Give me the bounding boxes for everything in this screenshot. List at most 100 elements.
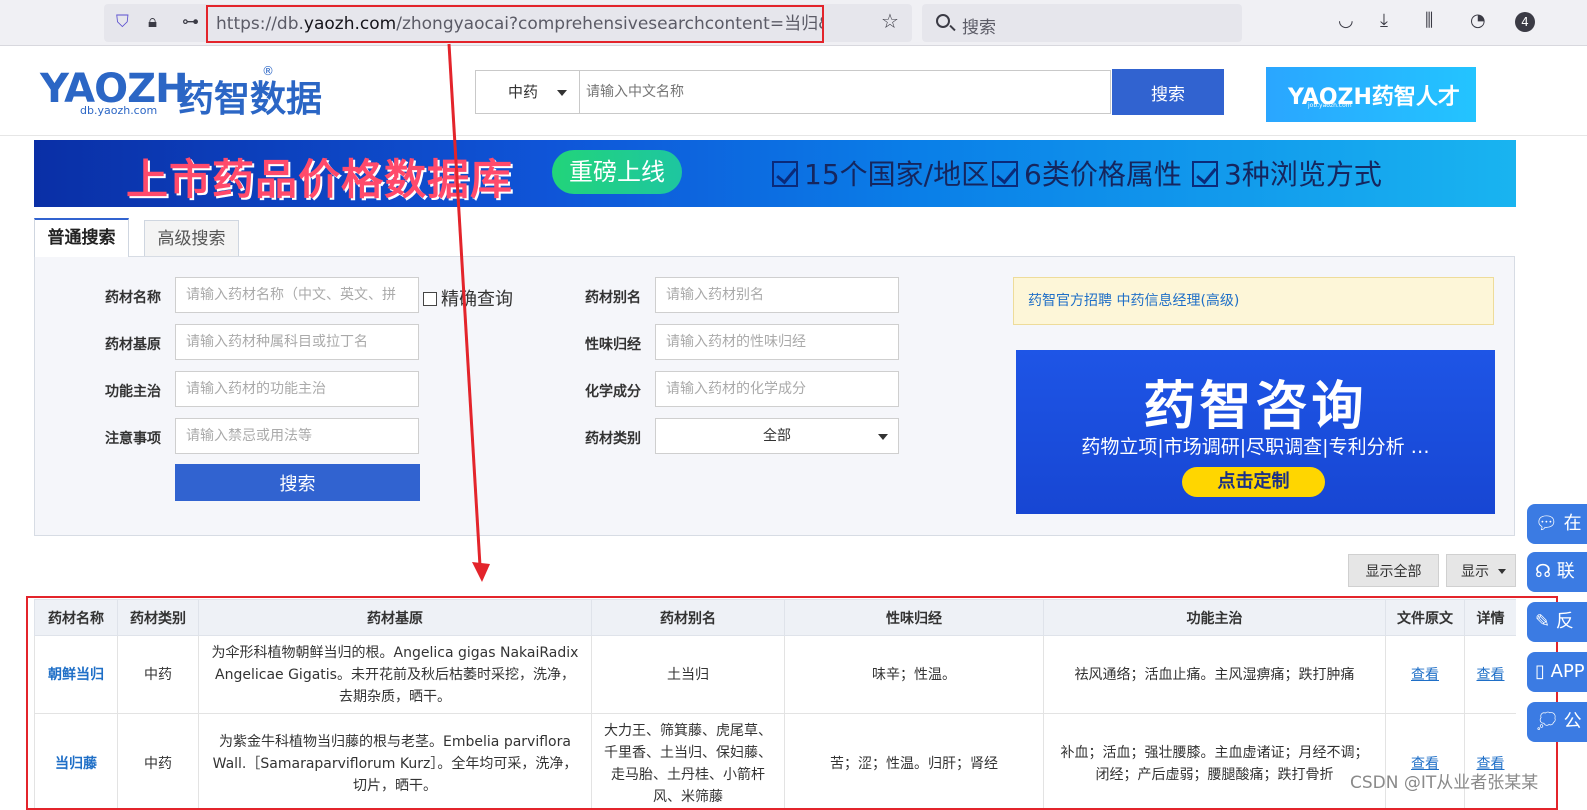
results-table: 药材名称 药材类别 药材基原 药材别名 性味归经 功能主治 文件原文 详情 朝鲜… bbox=[34, 599, 1516, 810]
herb-alias-cell: 大力王、筛箕藤、虎尾草、千里香、土当归、保妇藤、走马胎、土丹桂、小箭杆风、米筛藤 bbox=[591, 713, 785, 810]
exact-match-checkbox[interactable]: 精确查询 bbox=[423, 285, 513, 311]
detail-view-link[interactable]: 查看 bbox=[1464, 713, 1516, 810]
herb-type-cell: 中药 bbox=[117, 713, 199, 810]
lock-icon[interactable]: 🔒︎ bbox=[148, 12, 157, 32]
header-search-button[interactable]: 搜索 bbox=[1112, 69, 1224, 115]
category-value: 中药 bbox=[508, 83, 539, 101]
origin-input[interactable] bbox=[175, 324, 419, 360]
recruit-notice[interactable]: 药智官方招聘 中药信息经理(高级) bbox=[1013, 277, 1494, 325]
banner-feature: 6类价格属性 bbox=[992, 153, 1182, 193]
site-logo[interactable]: YAOZH 药智数据 db.yaozh.com ® bbox=[40, 64, 370, 122]
alias-input[interactable] bbox=[655, 277, 899, 313]
name-label: 药材名称 bbox=[105, 290, 161, 306]
herb-name-link[interactable]: 朝鲜当归 bbox=[34, 635, 118, 714]
logo-zh: 药智数据 bbox=[178, 79, 323, 120]
talent-sub: job.yaozh.com bbox=[1308, 102, 1352, 109]
tab-advanced-search[interactable]: 高级搜索 bbox=[144, 220, 239, 256]
phone-icon: ▯ bbox=[1535, 661, 1545, 682]
library-icon[interactable]: ⫼ bbox=[1425, 10, 1433, 31]
permissions-icon[interactable]: ⊶ bbox=[182, 12, 199, 32]
watermark: CSDN @IT从业者张某某 bbox=[1350, 773, 1539, 793]
detail-view-link[interactable]: 查看 bbox=[1464, 635, 1516, 714]
table-row: 朝鲜当归 中药 为伞形科植物朝鲜当归的根。Angelica gigas Naka… bbox=[34, 635, 1516, 714]
table-row: 当归藤 中药 为紫金牛科植物当归藤的根与老茎。Embelia parviflor… bbox=[34, 713, 1516, 810]
col-doc-header[interactable]: 文件原文 bbox=[1385, 599, 1465, 636]
feedback-tool[interactable]: ✎ 反 bbox=[1527, 602, 1587, 642]
type-select-value: 全部 bbox=[763, 428, 791, 444]
search-icon bbox=[936, 14, 950, 28]
headset-icon: ☊ bbox=[1535, 561, 1551, 582]
url-path: /zhongyaocai?comprehensivesearchcontent=… bbox=[396, 14, 824, 34]
download-icon[interactable]: ⤓ bbox=[1380, 10, 1388, 31]
category-select[interactable]: 中药 bbox=[476, 71, 580, 113]
show-columns-label: 显示 bbox=[1461, 563, 1489, 580]
site-header: YAOZH 药智数据 db.yaozh.com ® 中药 搜索 YAOZH药智人… bbox=[0, 46, 1587, 136]
col-function-header[interactable]: 功能主治 bbox=[1043, 599, 1386, 636]
chem-label: 化学成分 bbox=[585, 384, 641, 400]
type-select[interactable]: 全部 bbox=[655, 418, 899, 454]
talent-banner[interactable]: YAOZH药智人才 job.yaozh.com bbox=[1266, 67, 1476, 122]
ad-cta-button[interactable]: 点击定制 bbox=[1182, 467, 1325, 497]
chevron-down-icon bbox=[557, 90, 567, 96]
shield-icon[interactable]: ⛉ bbox=[116, 12, 129, 32]
bookmark-star-icon[interactable]: ☆ bbox=[881, 9, 899, 33]
banner-feature-text: 3种浏览方式 bbox=[1224, 158, 1382, 191]
url-prefix: https://db. bbox=[216, 14, 304, 34]
alias-label: 药材别名 bbox=[585, 290, 641, 306]
contact-tool[interactable]: ☊ 联 bbox=[1527, 552, 1587, 592]
sync-icon[interactable]: ◔ bbox=[1470, 10, 1486, 31]
app-tool[interactable]: ▯ APP bbox=[1527, 652, 1587, 692]
col-type-header[interactable]: 药材类别 bbox=[117, 599, 199, 636]
col-alias-header[interactable]: 药材别名 bbox=[591, 599, 785, 636]
browser-toolbar: ⛉ 🔒︎ ⊶ https://db.yaozh.com/zhongyaocai?… bbox=[0, 0, 1587, 46]
consulting-ad[interactable]: 药智咨询 药物立项|市场调研|尽职调查|专利分析 … 点击定制 bbox=[1016, 350, 1495, 514]
herb-name-link[interactable]: 当归藤 bbox=[34, 713, 118, 810]
form-search-button[interactable]: 搜索 bbox=[175, 464, 420, 501]
col-name-header[interactable]: 药材名称 bbox=[34, 599, 118, 636]
logo-reg-mark: ® bbox=[262, 64, 274, 78]
function-label: 功能主治 bbox=[105, 384, 161, 400]
taste-input[interactable] bbox=[655, 324, 899, 360]
note-input[interactable] bbox=[175, 418, 419, 454]
tab-basic-search[interactable]: 普通搜索 bbox=[34, 218, 129, 257]
herb-origin-cell: 为紫金牛科植物当归藤的根与老茎。Embelia parviflora Wall.… bbox=[198, 713, 592, 810]
herb-function-cell: 祛风通络；活血止痛。主风湿痹痛；跌打肿痛 bbox=[1043, 635, 1386, 714]
side-tool-label: 联 bbox=[1556, 561, 1575, 582]
banner-feature: 3种浏览方式 bbox=[1192, 153, 1382, 193]
ad-subtitle: 药物立项|市场调研|尽职调查|专利分析 … bbox=[1081, 436, 1430, 458]
chevron-down-icon bbox=[1498, 569, 1506, 574]
side-tool-label: 反 bbox=[1555, 611, 1574, 632]
extensions-badge[interactable]: 4 bbox=[1515, 12, 1535, 32]
online-service-tool[interactable]: 💬︎ 在 bbox=[1527, 504, 1587, 544]
edit-icon: ✎ bbox=[1535, 611, 1551, 632]
url-text[interactable]: https://db.yaozh.com/zhongyaocai?compreh… bbox=[206, 5, 824, 43]
promo-banner[interactable]: 上市药品价格数据库 重磅上线 15个国家/地区 6类价格属性 3种浏览方式 bbox=[34, 140, 1516, 207]
side-tool-label: 公 bbox=[1563, 711, 1582, 732]
col-origin-header[interactable]: 药材基原 bbox=[198, 599, 592, 636]
url-domain: yaozh.com bbox=[303, 14, 397, 34]
chat-icon: 💬︎ bbox=[1535, 513, 1558, 534]
header-search-input[interactable] bbox=[580, 71, 1110, 113]
side-tool-label: 在 bbox=[1563, 513, 1582, 534]
function-input[interactable] bbox=[175, 371, 419, 407]
herb-type-cell: 中药 bbox=[117, 635, 199, 714]
ad-title: 药智咨询 bbox=[1143, 377, 1368, 437]
results-table-wrap: 药材名称 药材类别 药材基原 药材别名 性味归经 功能主治 文件原文 详情 朝鲜… bbox=[34, 599, 1516, 810]
wechat-tool[interactable]: 💭︎ 公 bbox=[1527, 702, 1587, 742]
banner-feature-text: 15个国家/地区 bbox=[804, 158, 990, 191]
col-taste-header[interactable]: 性味归经 bbox=[784, 599, 1044, 636]
doc-view-link[interactable]: 查看 bbox=[1385, 635, 1465, 714]
chem-input[interactable] bbox=[655, 371, 899, 407]
herb-alias-cell: 土当归 bbox=[591, 635, 785, 714]
chevron-down-icon bbox=[878, 434, 888, 440]
show-columns-button[interactable]: 显示 bbox=[1446, 554, 1516, 587]
col-detail-header[interactable]: 详情 bbox=[1464, 599, 1516, 636]
header-search: 中药 bbox=[475, 70, 1111, 114]
show-all-button[interactable]: 显示全部 bbox=[1348, 554, 1439, 587]
banner-feature: 15个国家/地区 bbox=[772, 153, 989, 193]
browser-search-box[interactable]: 搜索 bbox=[922, 4, 1242, 42]
pocket-icon[interactable]: ◡ bbox=[1338, 10, 1354, 31]
herb-origin-cell: 为伞形科植物朝鲜当归的根。Angelica gigas NakaiRadix A… bbox=[198, 635, 592, 714]
name-input[interactable] bbox=[175, 277, 419, 313]
doc-view-link[interactable]: 查看 bbox=[1385, 713, 1465, 810]
